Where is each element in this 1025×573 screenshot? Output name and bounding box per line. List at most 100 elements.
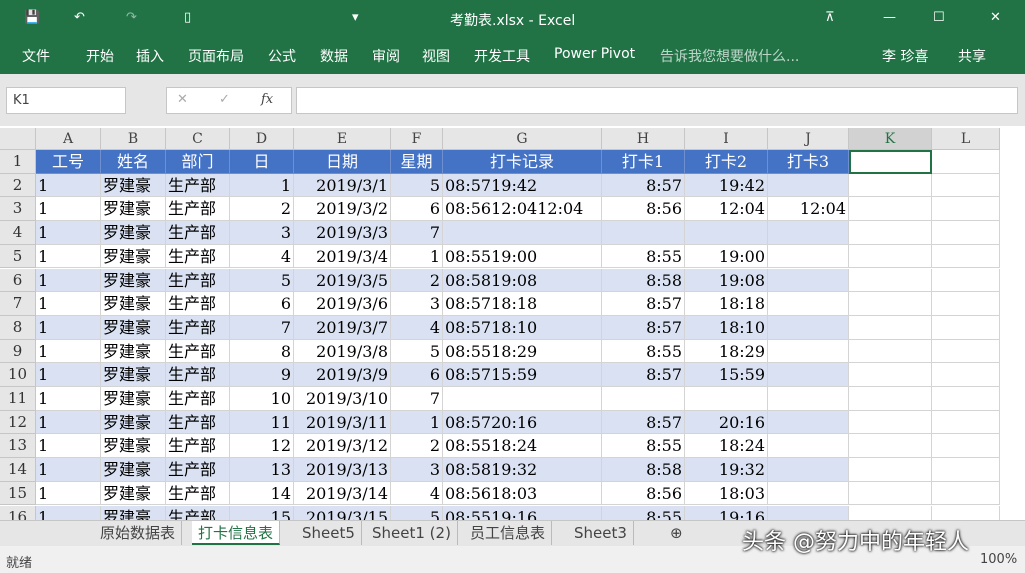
cell[interactable]: 13 <box>230 458 294 482</box>
cell[interactable]: 12 <box>230 434 294 459</box>
zoom-level[interactable]: 100% <box>980 552 1017 567</box>
cell[interactable]: 生产部 <box>166 339 230 364</box>
cell[interactable]: 2 <box>391 434 443 459</box>
cell[interactable]: 2019/3/10 <box>294 387 391 411</box>
cell[interactable] <box>932 197 1000 222</box>
cell[interactable]: 08:5819:32 <box>443 458 602 482</box>
cell[interactable]: 19:00 <box>685 244 768 269</box>
ribbon-tab[interactable]: 文件 <box>22 46 50 66</box>
cell[interactable]: 3 <box>230 221 294 245</box>
cell[interactable]: 1 <box>36 197 101 222</box>
cell[interactable] <box>768 363 849 387</box>
cell[interactable]: 打卡2 <box>685 150 768 174</box>
cell[interactable] <box>849 387 932 411</box>
ribbon-tab[interactable]: 公式 <box>268 46 296 66</box>
sheet-tab[interactable]: 原始数据表 <box>94 521 183 545</box>
cell[interactable]: 2019/3/2 <box>294 197 391 222</box>
cell[interactable]: 20:16 <box>685 410 768 435</box>
column-header[interactable]: D <box>230 128 294 150</box>
cell[interactable]: 08:5518:29 <box>443 339 602 364</box>
cell[interactable]: 2019/3/14 <box>294 481 391 506</box>
cell[interactable]: 2019/3/13 <box>294 458 391 482</box>
cell[interactable]: 1 <box>391 410 443 435</box>
cell[interactable]: 1 <box>391 244 443 269</box>
cell[interactable] <box>849 197 932 222</box>
cell[interactable]: 罗建豪 <box>101 434 166 459</box>
cell[interactable] <box>849 221 932 245</box>
cell[interactable]: 08:5819:08 <box>443 268 602 293</box>
cell[interactable] <box>932 244 1000 269</box>
cell[interactable] <box>932 387 1000 411</box>
cell[interactable]: 9 <box>230 363 294 387</box>
cell[interactable]: 2019/3/6 <box>294 292 391 316</box>
cell[interactable] <box>768 292 849 316</box>
cell[interactable]: 罗建豪 <box>101 339 166 364</box>
cell[interactable]: 日 <box>230 150 294 174</box>
row-header[interactable]: 4 <box>0 221 36 245</box>
cell[interactable]: 生产部 <box>166 292 230 316</box>
cell[interactable]: 18:24 <box>685 434 768 459</box>
cell[interactable]: 1 <box>36 173 101 198</box>
cell[interactable]: 2019/3/5 <box>294 268 391 293</box>
cell[interactable]: 生产部 <box>166 481 230 506</box>
cell[interactable]: 19:42 <box>685 173 768 198</box>
add-sheet-icon[interactable]: ⊕ <box>664 521 689 545</box>
cell[interactable]: 打卡记录 <box>443 150 602 174</box>
cell[interactable] <box>932 339 1000 364</box>
cell[interactable]: 2 <box>230 197 294 222</box>
cell[interactable]: 3 <box>391 458 443 482</box>
row-header[interactable]: 8 <box>0 315 36 340</box>
minimize-button[interactable]: — <box>883 10 896 25</box>
cell[interactable] <box>849 268 932 293</box>
cell[interactable] <box>849 315 932 340</box>
cell[interactable]: 8:56 <box>602 481 685 506</box>
tell-me-search[interactable]: 告诉我您想要做什么... <box>660 46 799 66</box>
cell[interactable]: 罗建豪 <box>101 410 166 435</box>
cell[interactable]: 08:5715:59 <box>443 363 602 387</box>
cell[interactable]: 2 <box>391 268 443 293</box>
column-header[interactable]: E <box>294 128 391 150</box>
cell[interactable]: 8:56 <box>602 197 685 222</box>
column-header[interactable]: K <box>849 128 932 150</box>
cell[interactable]: 2019/3/1 <box>294 173 391 198</box>
cell[interactable]: 罗建豪 <box>101 173 166 198</box>
cell[interactable] <box>768 339 849 364</box>
ribbon-display-icon[interactable]: ⊼ <box>825 10 835 25</box>
maximize-button[interactable]: ☐ <box>933 10 945 25</box>
sheet-tab[interactable]: Sheet1 (2) <box>366 521 458 545</box>
row-header[interactable]: 9 <box>0 339 36 364</box>
cell[interactable] <box>685 221 768 245</box>
cell[interactable] <box>602 387 685 411</box>
row-header[interactable]: 10 <box>0 363 36 387</box>
cell[interactable] <box>932 292 1000 316</box>
row-header[interactable]: 6 <box>0 268 36 293</box>
new-file-icon[interactable]: ▯ <box>184 10 191 25</box>
column-header[interactable]: A <box>36 128 101 150</box>
cell[interactable] <box>768 221 849 245</box>
cell[interactable]: 罗建豪 <box>101 387 166 411</box>
cell[interactable]: 19:08 <box>685 268 768 293</box>
cell[interactable]: 1 <box>36 339 101 364</box>
ribbon-tab[interactable]: 审阅 <box>372 46 400 66</box>
cell[interactable]: 2019/3/9 <box>294 363 391 387</box>
cell[interactable]: 罗建豪 <box>101 221 166 245</box>
cell[interactable] <box>932 268 1000 293</box>
cell[interactable]: 罗建豪 <box>101 268 166 293</box>
cell[interactable]: 2019/3/11 <box>294 410 391 435</box>
cell[interactable] <box>849 173 932 198</box>
cell[interactable]: 7 <box>230 315 294 340</box>
enter-icon[interactable]: ✓ <box>219 92 230 107</box>
cell[interactable]: 8:55 <box>602 244 685 269</box>
cell[interactable]: 罗建豪 <box>101 363 166 387</box>
select-all[interactable] <box>0 128 36 150</box>
cell[interactable]: 打卡3 <box>768 150 849 174</box>
ribbon-tab[interactable]: 开始 <box>86 46 114 66</box>
cell[interactable] <box>768 434 849 459</box>
row-header[interactable]: 2 <box>0 173 36 198</box>
cell[interactable] <box>849 339 932 364</box>
cell[interactable] <box>849 410 932 435</box>
cell[interactable] <box>849 481 932 506</box>
cell[interactable]: 8:57 <box>602 363 685 387</box>
cell[interactable]: 19:32 <box>685 458 768 482</box>
cell[interactable] <box>768 481 849 506</box>
